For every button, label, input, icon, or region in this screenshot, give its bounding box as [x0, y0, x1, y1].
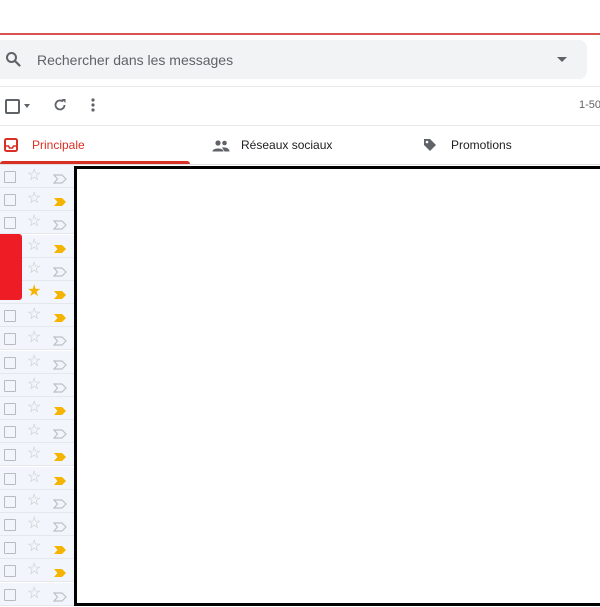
row-checkbox[interactable] [4, 449, 16, 462]
redaction-block [0, 234, 22, 300]
important-marker-icon[interactable] [53, 565, 67, 583]
star-icon[interactable]: ☆ [27, 376, 41, 394]
row-checkbox[interactable] [4, 217, 16, 230]
important-marker-icon[interactable] [53, 449, 67, 467]
content-overlay-frame [74, 166, 600, 606]
important-marker-icon[interactable] [52, 357, 67, 375]
important-marker-icon[interactable] [52, 589, 67, 607]
message-row[interactable]: ☆ [0, 165, 75, 188]
message-row[interactable]: ☆ [0, 211, 75, 235]
important-marker-icon[interactable] [53, 241, 67, 259]
message-row[interactable]: ☆ [0, 489, 75, 514]
star-icon[interactable]: ☆ [27, 306, 41, 324]
tabs-divider [0, 164, 600, 165]
star-icon[interactable]: ☆ [27, 329, 41, 347]
row-checkbox[interactable] [4, 403, 16, 415]
important-marker-icon[interactable] [52, 217, 67, 235]
important-marker-icon[interactable] [52, 496, 67, 514]
star-icon[interactable]: ☆ [27, 167, 41, 185]
important-marker-icon[interactable] [53, 194, 67, 212]
divider [0, 86, 600, 87]
row-checkbox[interactable] [4, 542, 16, 555]
row-checkbox[interactable] [4, 519, 16, 531]
row-checkbox[interactable] [4, 565, 16, 578]
star-icon[interactable]: ☆ [27, 515, 41, 533]
row-checkbox[interactable] [4, 379, 16, 392]
important-marker-icon[interactable] [53, 287, 67, 305]
important-marker-icon[interactable] [52, 171, 67, 189]
inbox-icon [4, 138, 18, 157]
refresh-icon[interactable] [52, 97, 68, 118]
message-row[interactable]: ☆ [0, 443, 75, 467]
row-checkbox[interactable] [4, 495, 16, 508]
important-marker-icon[interactable] [53, 403, 67, 421]
star-icon[interactable]: ☆ [27, 561, 41, 579]
star-icon[interactable]: ☆ [27, 190, 41, 208]
tab-label: Réseaux sociaux [241, 138, 333, 152]
message-row[interactable]: ☆ [0, 536, 75, 560]
message-row[interactable]: ☆ [0, 188, 75, 212]
message-row[interactable]: ☆ [0, 350, 75, 375]
star-icon[interactable]: ☆ [27, 469, 41, 487]
row-checkbox[interactable] [4, 333, 16, 346]
important-marker-icon[interactable] [52, 333, 67, 351]
message-row[interactable]: ☆ [0, 559, 75, 583]
message-row[interactable]: ☆ [0, 582, 75, 607]
important-marker-icon[interactable] [53, 473, 67, 491]
message-row[interactable]: ☆ [0, 397, 75, 420]
tab-reseaux-sociaux[interactable]: Réseaux sociaux [210, 126, 410, 166]
row-checkbox[interactable] [4, 588, 16, 601]
search-bar[interactable]: Rechercher dans les messages [0, 40, 587, 79]
star-icon[interactable]: ☆ [27, 445, 41, 463]
header-accent-line [0, 33, 600, 35]
star-icon[interactable]: ☆ [27, 492, 41, 510]
message-list: ☆ ☆ ☆ ☆ ☆ ★ ☆ ☆ ☆ ☆ ☆ ☆ ☆ ☆ ☆ ☆ ☆ ☆ ☆ [0, 165, 75, 606]
star-icon[interactable]: ☆ [27, 237, 41, 255]
search-input[interactable]: Rechercher dans les messages [37, 52, 233, 68]
tab-label: Promotions [451, 138, 512, 152]
star-icon[interactable]: ☆ [27, 353, 41, 371]
message-row[interactable]: ☆ [0, 513, 75, 536]
message-row[interactable]: ☆ [0, 420, 75, 444]
star-icon[interactable]: ☆ [27, 213, 41, 231]
star-icon[interactable]: ☆ [27, 538, 41, 556]
star-icon[interactable]: ☆ [27, 399, 41, 417]
select-options-caret-icon[interactable] [24, 104, 30, 108]
message-row[interactable]: ☆ [0, 327, 75, 351]
important-marker-icon[interactable] [52, 426, 67, 444]
tab-promotions[interactable]: Promotions [420, 126, 600, 166]
important-marker-icon[interactable] [52, 264, 67, 282]
people-icon [212, 139, 230, 157]
star-icon[interactable]: ★ [27, 283, 41, 301]
row-checkbox[interactable] [4, 426, 16, 439]
search-options-caret-icon[interactable] [557, 57, 567, 62]
row-checkbox[interactable] [4, 356, 16, 369]
message-row[interactable]: ☆ [0, 304, 75, 328]
important-marker-icon[interactable] [53, 310, 67, 328]
search-icon[interactable] [5, 51, 21, 72]
important-marker-icon[interactable] [53, 542, 67, 560]
row-checkbox[interactable] [4, 171, 16, 183]
important-marker-icon[interactable] [52, 380, 67, 398]
message-row[interactable]: ☆ [0, 373, 75, 398]
tab-principale[interactable]: Principale [0, 126, 190, 166]
tab-label: Principale [32, 138, 85, 152]
tag-icon [423, 138, 437, 157]
row-checkbox[interactable] [4, 194, 16, 207]
row-checkbox[interactable] [4, 472, 16, 485]
select-all-checkbox[interactable] [5, 99, 20, 114]
pagination-range: 1-50 [579, 99, 600, 111]
star-icon[interactable]: ☆ [27, 422, 41, 440]
message-row[interactable]: ☆ [0, 466, 75, 491]
row-checkbox[interactable] [4, 310, 16, 323]
more-options-icon[interactable] [90, 97, 96, 118]
star-icon[interactable]: ☆ [27, 260, 41, 278]
important-marker-icon[interactable] [52, 519, 67, 537]
